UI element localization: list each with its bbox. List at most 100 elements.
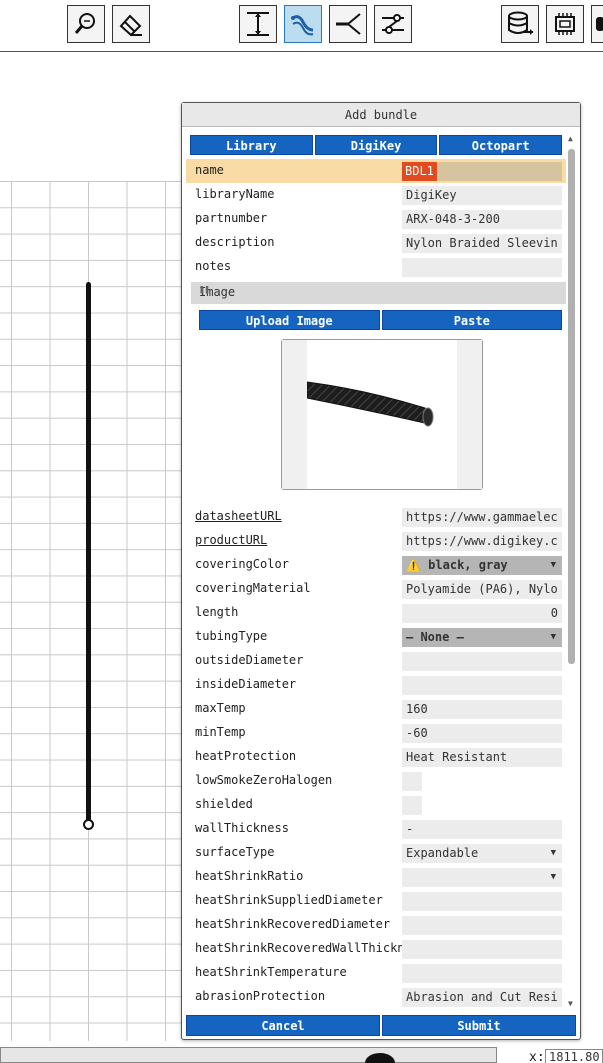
image-section-header[interactable]: Image ❚❚	[191, 282, 566, 304]
shielded-checkbox[interactable]	[402, 796, 422, 815]
chip-tool-button[interactable]	[546, 5, 584, 43]
field-coveringMaterial: coveringMaterial Polyamide (PA6), Nylo	[186, 577, 566, 601]
collapse-grip-icon: ❚❚	[199, 285, 210, 295]
field-heatShrinkRecoveredDiameter: heatShrinkRecoveredDiameter	[186, 913, 566, 937]
database-export-icon	[508, 11, 533, 35]
field-coveringColor: coveringColor ⚠️ black, gray ▼	[186, 553, 566, 577]
length-input[interactable]: 0	[402, 604, 562, 623]
field-label: insideDiameter	[195, 677, 297, 691]
notes-input[interactable]	[402, 258, 562, 277]
heat-shrink-ratio-select[interactable]: ▼	[402, 868, 562, 887]
tubing-type-select[interactable]: — None — ▼	[402, 628, 562, 647]
heat-shrink-supplied-diameter-input[interactable]	[402, 892, 562, 911]
outside-diameter-input[interactable]	[402, 652, 562, 671]
canvas-grid	[0, 181, 182, 1041]
field-label: heatProtection	[195, 749, 297, 763]
tab-octopart[interactable]: Octopart	[439, 135, 563, 155]
status-bar	[0, 1047, 497, 1063]
dropdown-caret-icon: ▼	[550, 848, 556, 858]
name-value: BDL1	[402, 162, 437, 181]
field-abrasionProtection: abrasionProtection Abrasion and Cut Resi	[186, 985, 566, 1009]
covering-color-select[interactable]: ⚠️ black, gray ▼	[402, 556, 562, 575]
max-temp-input[interactable]: 160	[402, 700, 562, 719]
library-name-input[interactable]: DigiKey	[402, 186, 562, 205]
field-heatShrinkRatio: heatShrinkRatio ▼	[186, 865, 566, 889]
field-label: maxTemp	[195, 701, 246, 715]
datasheet-url-input[interactable]: https://www.gammaelec	[402, 508, 562, 527]
field-libraryName: libraryName DigiKey	[186, 183, 566, 207]
field-heatShrinkTemperature: heatShrinkTemperature	[186, 961, 566, 985]
field-label: outsideDiameter	[195, 653, 304, 667]
paste-image-button[interactable]: Paste	[381, 310, 562, 330]
field-name: name BDL1	[186, 159, 566, 183]
field-label: description	[195, 235, 275, 249]
scroll-thumb[interactable]	[568, 149, 575, 664]
dimension-tool-button[interactable]	[239, 5, 277, 43]
cutter-icon	[336, 13, 361, 35]
field-label: minTemp	[195, 725, 246, 739]
surface-type-value: Expandable	[406, 846, 479, 860]
zoom-tool-button[interactable]	[67, 5, 105, 43]
x-coordinate-input[interactable]: 1811.80	[545, 1049, 603, 1063]
upload-image-button[interactable]: Upload Image	[199, 310, 380, 330]
dialog-scrollbar[interactable]: ▲ ▼	[565, 134, 577, 1008]
field-tubingType: tubingType — None — ▼	[186, 625, 566, 649]
field-datasheetURL: datasheetURL https://www.gammaelec	[186, 505, 566, 529]
field-label: shielded	[195, 797, 253, 811]
schematic-tool-button[interactable]	[374, 5, 412, 43]
surface-type-select[interactable]: Expandable ▼	[402, 844, 562, 863]
eraser-tool-button[interactable]	[112, 5, 150, 43]
tab-library[interactable]: Library	[190, 135, 313, 155]
field-label: partnumber	[195, 211, 268, 225]
field-outsideDiameter: outsideDiameter	[186, 649, 566, 673]
wall-thickness-input[interactable]: -	[402, 820, 562, 839]
product-url-link[interactable]: productURL	[195, 533, 403, 547]
submit-button[interactable]: Submit	[382, 1015, 576, 1036]
product-url-input[interactable]: https://www.digikey.c	[402, 532, 562, 551]
datasheet-url-link[interactable]: datasheetURL	[195, 509, 403, 523]
field-shielded: shielded	[186, 793, 566, 817]
field-label: length	[195, 605, 239, 619]
wire-tool-icon	[291, 15, 314, 36]
field-notes: notes	[186, 255, 566, 279]
heat-shrink-recovered-diameter-input[interactable]	[402, 916, 562, 935]
cut-tool-button[interactable]	[329, 5, 367, 43]
product-image	[281, 339, 483, 490]
database-export-button[interactable]	[501, 5, 539, 43]
tab-digikey[interactable]: DigiKey	[314, 135, 438, 155]
partnumber-input[interactable]: ARX-048-3-200	[402, 210, 562, 229]
field-list: name BDL1 libraryName DigiKey partnumber…	[186, 159, 566, 1009]
low-smoke-zero-halogen-checkbox[interactable]	[402, 772, 422, 791]
covering-material-input[interactable]: Polyamide (PA6), Nylo	[402, 580, 562, 599]
name-input[interactable]: BDL1	[402, 162, 562, 181]
field-label: heatShrinkTemperature	[195, 965, 347, 979]
scroll-down-icon[interactable]: ▼	[568, 999, 573, 1008]
field-wallThickness: wallThickness -	[186, 817, 566, 841]
field-maxTemp: maxTemp 160	[186, 697, 566, 721]
tubing-type-value: — None —	[406, 630, 464, 644]
image-buttons: Upload Image Paste	[199, 310, 562, 330]
field-minTemp: minTemp -60	[186, 721, 566, 745]
heat-protection-input[interactable]: Heat Resistant	[402, 748, 562, 767]
scroll-up-icon[interactable]: ▲	[568, 134, 573, 143]
field-heatShrinkRecoveredWallThickness: heatShrinkRecoveredWallThickn	[186, 937, 566, 961]
wire-tool-button[interactable]	[284, 5, 322, 43]
cancel-button[interactable]: Cancel	[186, 1015, 380, 1036]
abrasion-protection-input[interactable]: Abrasion and Cut Resi	[402, 988, 562, 1007]
wire-endpoint[interactable]	[83, 819, 94, 830]
description-input[interactable]: Nylon Braided Sleevin	[402, 234, 562, 253]
search-zoom-icon	[74, 13, 95, 34]
field-partnumber: partnumber ARX-048-3-200	[186, 207, 566, 231]
heat-shrink-temperature-input[interactable]	[402, 964, 562, 983]
field-label: heatShrinkRatio	[195, 869, 304, 883]
heat-shrink-recovered-wall-thickness-input[interactable]	[402, 940, 562, 959]
overflow-tool-button[interactable]	[591, 5, 603, 43]
schematic-icon	[382, 14, 404, 34]
bundle-wire[interactable]	[86, 282, 91, 824]
field-description: description Nylon Braided Sleevin	[186, 231, 566, 255]
braided-sleeve-image	[306, 340, 457, 489]
field-label: abrasionProtection	[195, 989, 326, 1003]
inside-diameter-input[interactable]	[402, 676, 562, 695]
min-temp-input[interactable]: -60	[402, 724, 562, 743]
dialog-footer: Cancel Submit	[186, 1015, 576, 1036]
